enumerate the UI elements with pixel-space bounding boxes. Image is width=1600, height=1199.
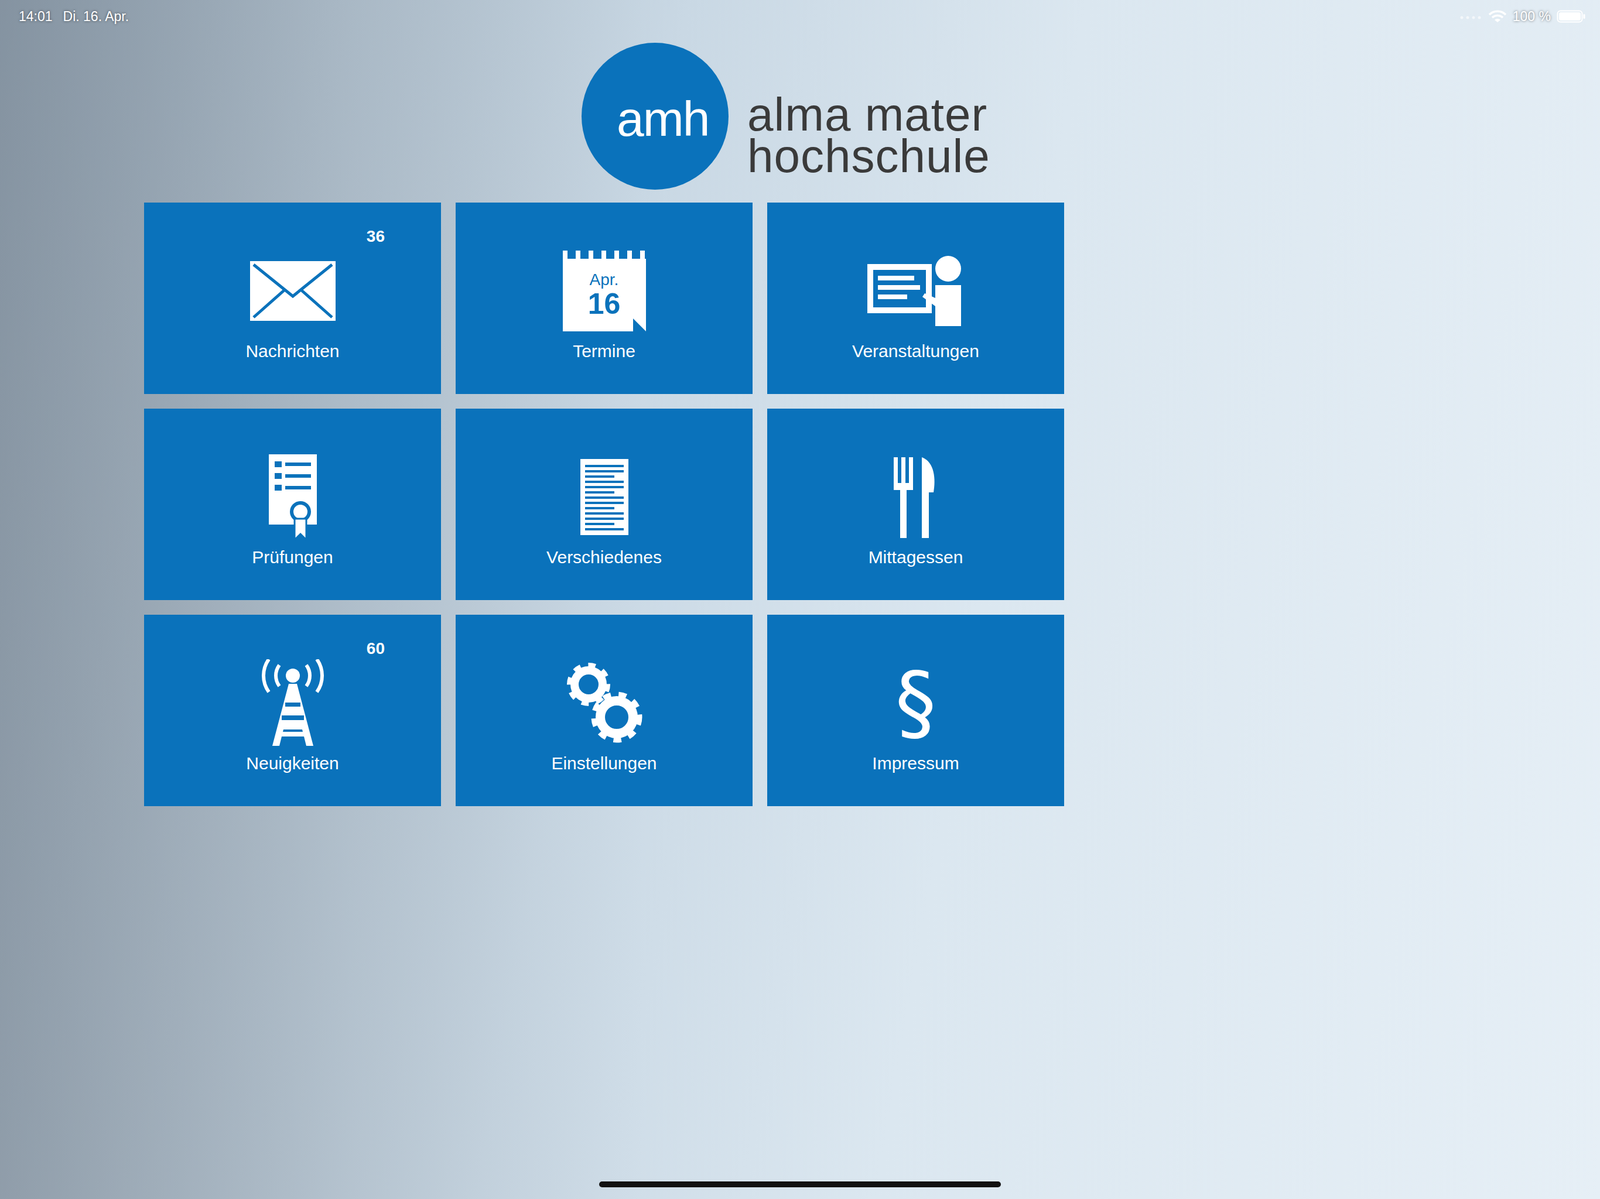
status-bar: 14:01 Di. 16. Apr. 100 % <box>0 0 1600 29</box>
menu-tile[interactable]: Apr.16 Termine <box>455 202 753 395</box>
tile-label: Prüfungen <box>251 546 333 569</box>
tile-label: Mittagessen <box>868 546 964 569</box>
logo: amh alma materhochschule <box>144 42 1065 190</box>
tile-icon-slot <box>579 453 630 542</box>
menu-tile[interactable]: Verschiedenes <box>455 408 753 601</box>
home-screen: 14:01 Di. 16. Apr. 100 % amh alma materhoch… <box>0 0 1600 1199</box>
menu-tile[interactable]: Neuigkeiten 60 <box>144 614 441 807</box>
tile-icon-slot <box>248 247 337 335</box>
status-right: 100 % <box>1458 6 1586 27</box>
paragraph-icon: § <box>895 662 937 745</box>
envelope-icon <box>248 260 337 323</box>
tile-icon-slot <box>266 453 320 542</box>
tile-icon-slot: Apr.16 <box>562 247 646 335</box>
logo-line: alma mater <box>747 94 991 136</box>
document-icon <box>579 457 630 537</box>
signal-icon <box>1458 12 1483 20</box>
count-badge: 60 <box>366 640 385 658</box>
menu-tile[interactable]: Mittagessen <box>767 408 1065 601</box>
tile-icon-slot <box>254 659 331 748</box>
content: amh alma materhochschule Nachrichten 36 Apr… <box>144 42 1065 807</box>
tile-label: Nachrichten <box>245 340 340 362</box>
tile-label: Verschiedenes <box>546 546 662 569</box>
status-time: 14:01 <box>18 6 53 27</box>
battery-fill <box>1559 12 1581 21</box>
tile-icon-slot <box>566 659 643 748</box>
logo-wordmark: alma materhochschule <box>747 94 991 190</box>
tile-label: Impressum <box>872 753 959 775</box>
antenna-icon <box>254 659 331 748</box>
cutlery-icon <box>892 456 940 539</box>
tile-icon-slot <box>892 453 940 542</box>
menu-tile[interactable]: Einstellungen <box>455 614 753 807</box>
calendar-month: Apr. <box>562 271 646 289</box>
calendar-icon: Apr.16 <box>562 250 646 332</box>
count-badge: 36 <box>366 228 385 245</box>
logo-mark: amh <box>616 94 729 144</box>
menu-tile[interactable]: § Impressum <box>767 614 1065 807</box>
tile-icon-slot <box>866 247 966 335</box>
menu-tile[interactable]: Prüfungen <box>144 408 441 601</box>
battery-icon <box>1556 9 1586 24</box>
tile-label: Neuigkeiten <box>245 753 339 775</box>
tile-label: Veranstaltungen <box>852 340 980 362</box>
menu-tile[interactable]: Nachrichten 36 <box>144 202 441 395</box>
tile-label: Einstellungen <box>551 753 657 775</box>
menu-tile[interactable]: Veranstaltungen <box>767 202 1065 395</box>
status-date: Di. 16. Apr. <box>63 6 130 27</box>
tile-label: Termine <box>572 340 636 362</box>
wifi-icon <box>1488 9 1507 24</box>
menu-grid: Nachrichten 36 Apr.16 Termine Veranstaltunge… <box>144 202 1065 807</box>
tile-icon-slot: § <box>895 659 937 748</box>
certificate-icon <box>266 453 320 542</box>
logo-line: hochschule <box>747 135 991 177</box>
status-left: 14:01 Di. 16. Apr. <box>18 6 129 27</box>
gears-icon <box>566 662 643 745</box>
home-indicator[interactable] <box>599 1181 1001 1188</box>
battery-percent: 100 % <box>1512 6 1551 27</box>
presentation-icon <box>866 255 966 327</box>
logo-circle: amh <box>581 42 729 190</box>
calendar-day: 16 <box>562 289 646 319</box>
